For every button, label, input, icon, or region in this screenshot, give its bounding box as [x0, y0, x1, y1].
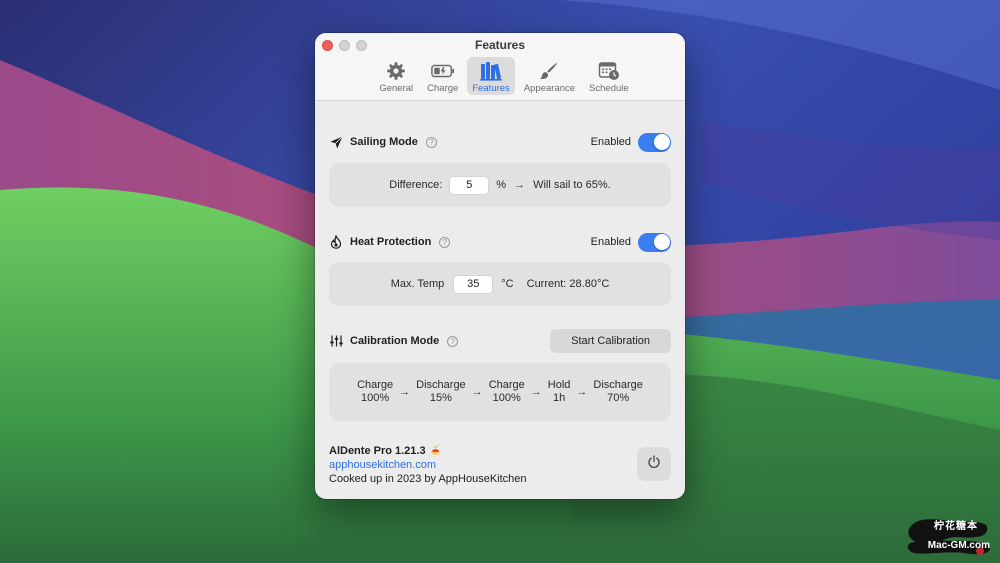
title-bar: Features General Charge Features Appeara…: [315, 33, 685, 101]
heat-protection-panel: Max. Temp 35 °C Current: 28.80°C: [329, 262, 671, 306]
heat-protection-header: Heat Protection ? Enabled: [329, 232, 671, 252]
calibration-mode-header: Calibration Mode ? Start Calibration: [329, 329, 671, 353]
sailing-mode-status: Enabled: [590, 136, 631, 148]
calibration-steps-panel: Charge 100% → Discharge 15% → Charge 100% →…: [329, 363, 671, 421]
watermark-top-text: 柠花糖本: [934, 521, 978, 532]
tab-schedule[interactable]: Schedule: [584, 57, 634, 95]
features-window: Features General Charge Features Appeara…: [315, 33, 685, 499]
heat-protection-help-icon[interactable]: ?: [439, 236, 451, 248]
calibration-mode-help-icon[interactable]: ?: [447, 335, 459, 347]
tab-appearance[interactable]: Appearance: [519, 57, 580, 95]
gear-icon: [384, 60, 408, 82]
app-version: AlDente Pro 1.21.3 🍝: [329, 445, 443, 457]
tab-general[interactable]: General: [374, 57, 418, 95]
app-footer: AlDente Pro 1.21.3 🍝 apphousekitchen.com…: [329, 444, 671, 486]
tab-charge[interactable]: Charge: [422, 57, 463, 95]
difference-unit: %: [496, 179, 507, 191]
sailing-mode-panel: Difference: 5 % → Will sail to 65%.: [329, 163, 671, 207]
calibration-step: Discharge 70%: [593, 378, 643, 405]
max-temp-unit: °C: [501, 278, 514, 290]
heat-protection-status: Enabled: [590, 236, 631, 248]
heat-protection-title: Heat Protection: [350, 236, 432, 248]
tab-schedule-label: Schedule: [589, 83, 629, 94]
toolbar-tabs: General Charge Features Appearance Sched…: [315, 57, 685, 95]
calendar-clock-icon: [597, 60, 621, 82]
paper-plane-icon: [329, 135, 343, 149]
paintbrush-icon: [537, 60, 561, 82]
heat-protection-toggle[interactable]: [638, 232, 671, 252]
calibration-step: Hold 1h: [547, 378, 571, 405]
sailing-mode-header: Sailing Mode ? Enabled: [329, 132, 671, 152]
sliders-icon: [329, 334, 343, 348]
arrow-right-icon: →: [471, 386, 483, 398]
battery-icon: [430, 60, 455, 82]
sail-result-text: Will sail to 65%.: [533, 179, 611, 191]
start-calibration-button[interactable]: Start Calibration: [550, 329, 671, 353]
quit-button[interactable]: [637, 447, 671, 481]
credit-text: Cooked up in 2023 by AppHouseKitchen: [329, 473, 527, 485]
flame-icon: [329, 235, 343, 249]
sailing-mode-toggle[interactable]: [638, 132, 671, 152]
tab-features-label: Features: [472, 83, 510, 94]
website-link[interactable]: apphousekitchen.com: [329, 458, 671, 472]
window-title: Features: [474, 38, 526, 52]
calibration-step: Charge 100%: [357, 378, 394, 405]
max-temp-label: Max. Temp: [390, 278, 445, 290]
tab-charge-label: Charge: [427, 83, 459, 94]
calibration-step: Discharge 15%: [416, 378, 466, 405]
tab-features[interactable]: Features: [467, 57, 515, 95]
tab-appearance-label: Appearance: [523, 83, 576, 94]
power-icon: [647, 454, 661, 474]
calibration-mode-title: Calibration Mode: [350, 335, 440, 347]
max-temp-input[interactable]: 35: [454, 275, 493, 293]
arrow-right-icon: →: [576, 386, 588, 398]
difference-input[interactable]: 5: [450, 176, 489, 194]
pasta-emoji-icon: 🍝: [428, 445, 443, 457]
books-icon: [479, 60, 503, 82]
calibration-step: Charge 100%: [488, 378, 525, 405]
watermark-logo: 柠花糖本 Mac-GM.com: [906, 515, 990, 557]
watermark-bottom-text: Mac-GM.com: [927, 540, 990, 551]
arrow-right-icon: →: [514, 179, 526, 191]
current-temp-text: Current: 28.80°C: [526, 278, 610, 290]
sailing-mode-title: Sailing Mode: [350, 136, 418, 148]
difference-label: Difference:: [389, 179, 443, 191]
arrow-right-icon: →: [530, 386, 542, 398]
arrow-right-icon: →: [399, 386, 411, 398]
tab-general-label: General: [379, 83, 414, 94]
sailing-mode-help-icon[interactable]: ?: [425, 136, 437, 148]
